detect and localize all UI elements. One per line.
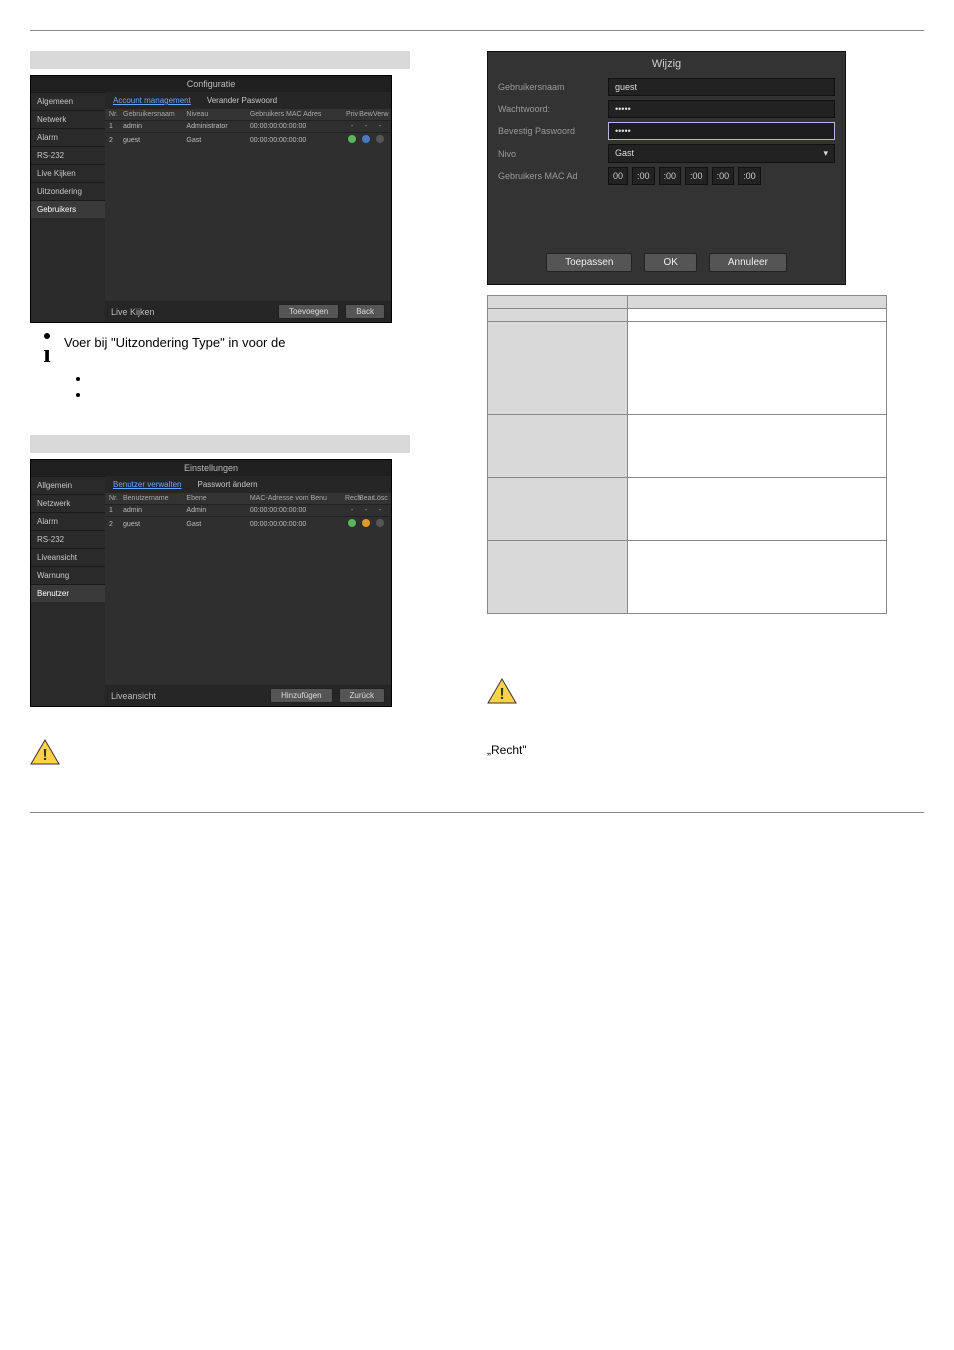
delete-icon: - [373, 507, 387, 514]
username-field[interactable]: guest [608, 78, 835, 96]
warning-icon: ! [487, 678, 517, 704]
apply-button[interactable]: Toepassen [546, 253, 632, 272]
sidebar-item-netzwerk[interactable]: Netzwerk [31, 494, 105, 512]
add-button[interactable]: Hinzufügen [270, 688, 332, 703]
ref-cell [488, 296, 628, 309]
mac-address-field[interactable]: 00 :00 :00 :00 :00 :00 [608, 167, 761, 185]
reference-table [487, 295, 887, 614]
field-label: Gebruikersnaam [498, 82, 608, 92]
bullet-item [90, 387, 467, 403]
sidebar-item-liveansicht[interactable]: Liveansicht [31, 548, 105, 566]
table-row[interactable]: 2 guest Gast 00:00:00:00:00:00 [105, 516, 391, 531]
field-label: Gebruikers MAC Ad [498, 171, 608, 181]
ref-cell [488, 415, 628, 478]
back-button[interactable]: Back [345, 304, 385, 319]
back-button[interactable]: Zurück [339, 688, 385, 703]
sidebar-item-rs232[interactable]: RS-232 [31, 530, 105, 548]
sidebar-item-alarm[interactable]: Alarm [31, 128, 105, 146]
svg-text:!: ! [499, 686, 504, 703]
priv-icon[interactable] [348, 135, 356, 143]
chevron-down-icon: ▾ [823, 148, 828, 159]
tab-benutzer-verwalten[interactable]: Benutzer verwalten [105, 476, 189, 493]
delete-icon[interactable] [376, 135, 384, 143]
password-field[interactable]: ••••• [608, 100, 835, 118]
sidebar-item-allgemein[interactable]: Allgemein [31, 476, 105, 494]
dialog-title: Wijzig [488, 52, 845, 76]
table-row[interactable]: 1 admin Administrator 00:00:00:00:00:00 … [105, 120, 391, 132]
tab-account-management[interactable]: Account management [105, 92, 199, 109]
edit-icon[interactable] [362, 519, 370, 527]
sidebar-item-algemeen[interactable]: Algemeen [31, 92, 105, 110]
table-row[interactable]: 2 guest Gast 00:00:00:00:00:00 [105, 132, 391, 147]
priv-icon: - [345, 123, 359, 130]
ref-cell [627, 309, 886, 322]
edit-user-dialog: Wijzig Gebruikersnaam guest Wachtwoord: … [487, 51, 846, 285]
page-footer [30, 812, 924, 819]
confirm-password-field[interactable]: ••••• [608, 122, 835, 140]
sidebar-item-gebruikers[interactable]: Gebruikers [31, 200, 105, 218]
footer-label[interactable]: Liveansicht [111, 691, 156, 701]
level-select[interactable]: Gast▾ [608, 144, 835, 163]
edit-icon: - [359, 507, 373, 514]
ref-cell [627, 322, 886, 415]
bullet-item [90, 371, 467, 387]
user-table-header: Nr. Benutzername Ebene MAC-Adresse vom B… [105, 493, 391, 504]
ref-cell [627, 296, 886, 309]
sidebar-item-warnung[interactable]: Warnung [31, 566, 105, 584]
warning-icon: ! [30, 739, 60, 765]
field-label: Wachtwoord: [498, 104, 608, 114]
ref-cell [488, 478, 628, 541]
info-icon: ı [30, 333, 64, 367]
tab-verander-paswoord[interactable]: Verander Paswoord [199, 92, 285, 109]
ref-cell [627, 415, 886, 478]
edit-icon[interactable] [362, 135, 370, 143]
svg-text:!: ! [42, 747, 47, 764]
add-button[interactable]: Toevoegen [278, 304, 339, 319]
section-heading-bar [30, 435, 410, 453]
sidebar-item-benutzer[interactable]: Benutzer [31, 584, 105, 602]
sidebar-item-netwerk[interactable]: Netwerk [31, 110, 105, 128]
sidebar-item-uitzondering[interactable]: Uitzondering [31, 182, 105, 200]
user-table-header: Nr. Gebruikersnaam Niveau Gebruikers MAC… [105, 109, 391, 120]
panel-title: Einstellungen [31, 460, 391, 476]
section-heading-bar [30, 51, 410, 69]
config-panel-nl: Configuratie Algemeen Netwerk Alarm RS-2… [30, 75, 392, 323]
ref-cell [627, 541, 886, 614]
footer-label[interactable]: Live Kijken [111, 307, 155, 317]
sidebar-item-livekijken[interactable]: Live Kijken [31, 164, 105, 182]
ref-cell [488, 309, 628, 322]
ok-button[interactable]: OK [644, 253, 696, 272]
cancel-button[interactable]: Annuleer [709, 253, 787, 272]
tab-passwort-aendern[interactable]: Passwort ändern [189, 476, 265, 493]
sidebar-item-alarm[interactable]: Alarm [31, 512, 105, 530]
field-label: Nivo [498, 149, 608, 159]
ref-cell [488, 322, 628, 415]
ref-cell [627, 478, 886, 541]
table-row[interactable]: 1 admin Admin 00:00:00:00:00:00 - - - [105, 504, 391, 516]
panel-title: Configuratie [31, 76, 391, 92]
field-label: Bevestig Paswoord [498, 126, 608, 136]
panel-sidebar: Algemeen Netwerk Alarm RS-232 Live Kijke… [31, 92, 105, 322]
ref-cell [488, 541, 628, 614]
info-text: Voer bij "Uitzondering Type" in voor de [64, 333, 467, 367]
priv-icon[interactable] [348, 519, 356, 527]
priv-icon: - [345, 507, 359, 514]
delete-icon[interactable] [376, 519, 384, 527]
config-panel-de: Einstellungen Allgemein Netzwerk Alarm R… [30, 459, 392, 707]
sidebar-item-rs232[interactable]: RS-232 [31, 146, 105, 164]
delete-icon: - [373, 123, 387, 130]
recht-label: „Recht" [487, 743, 924, 759]
edit-icon: - [359, 123, 373, 130]
